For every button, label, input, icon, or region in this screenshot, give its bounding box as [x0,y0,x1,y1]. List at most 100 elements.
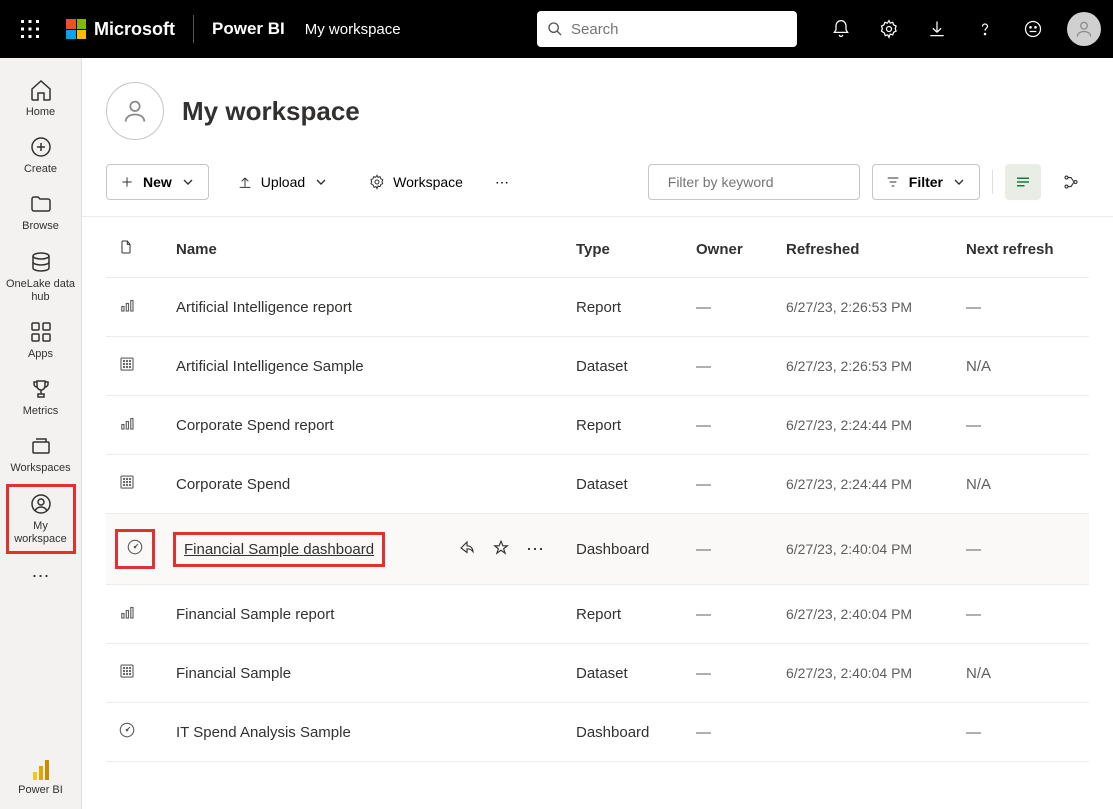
table-row[interactable]: Corporate Spend reportReport—6/27/23, 2:… [106,396,1089,455]
table-row[interactable]: Artificial Intelligence reportReport—6/2… [106,278,1089,337]
row-name[interactable]: Artificial Intelligence Sample [164,337,564,396]
row-name[interactable]: Corporate Spend report [164,396,564,455]
microsoft-label: Microsoft [94,19,175,40]
nav-my-workspace[interactable]: My workspace [6,484,76,554]
col-refreshed[interactable]: Refreshed [774,217,954,278]
product-label[interactable]: Power BI [212,19,285,39]
list-view-button[interactable] [1005,164,1041,200]
row-next-refresh: — [954,396,1089,455]
row-name[interactable]: Financial Sample dashboard⋯ [164,514,564,585]
apps-icon [29,320,53,344]
row-owner: — [684,455,774,514]
row-type: Report [564,396,684,455]
trophy-icon [29,377,53,401]
person-circle-icon [29,492,53,516]
global-search-input[interactable] [571,21,787,38]
row-refreshed: 6/27/23, 2:40:04 PM [774,514,954,585]
share-icon[interactable] [458,539,476,557]
notifications-button[interactable] [821,9,861,49]
row-type: Dashboard [564,514,684,585]
filter-keyword[interactable] [648,164,860,200]
app-launcher-icon[interactable] [12,11,48,47]
nav-browse[interactable]: Browse [6,184,76,241]
nav-home[interactable]: Home [6,70,76,127]
row-owner: — [684,278,774,337]
row-name[interactable]: Financial Sample report [164,585,564,644]
row-name[interactable]: Artificial Intelligence report [164,278,564,337]
main-content: My workspace New Upload Workspace ⋯ [82,58,1113,809]
lineage-icon [1062,173,1080,191]
nav-apps[interactable]: Apps [6,312,76,369]
row-type-icon [106,703,164,762]
file-icon [118,239,134,255]
row-next-refresh: — [954,585,1089,644]
toolbar-more-button[interactable]: ⋯ [491,164,513,200]
table-header-row: Name Type Owner Refreshed Next refresh [106,217,1089,278]
row-owner: — [684,514,774,585]
col-owner[interactable]: Owner [684,217,774,278]
divider [992,170,993,194]
star-icon[interactable] [492,539,510,557]
feedback-button[interactable] [1013,9,1053,49]
table-row[interactable]: IT Spend Analysis SampleDashboard—— [106,703,1089,762]
row-name[interactable]: Financial Sample [164,644,564,703]
table-row[interactable]: Financial SampleDataset—6/27/23, 2:40:04… [106,644,1089,703]
row-type-icon [106,585,164,644]
row-refreshed [774,703,954,762]
row-name[interactable]: Corporate Spend [164,455,564,514]
row-type: Dashboard [564,703,684,762]
row-type-icon [106,644,164,703]
download-button[interactable] [917,9,957,49]
table-row[interactable]: Corporate SpendDataset—6/27/23, 2:24:44 … [106,455,1089,514]
filter-keyword-input[interactable] [668,174,849,190]
upload-icon [237,174,253,190]
row-next-refresh: N/A [954,455,1089,514]
list-icon [1014,173,1032,191]
row-refreshed: 6/27/23, 2:24:44 PM [774,396,954,455]
row-owner: — [684,396,774,455]
workspace-avatar [106,82,164,140]
microsoft-logo[interactable]: Microsoft [66,19,175,40]
table-row[interactable]: Artificial Intelligence SampleDataset—6/… [106,337,1089,396]
row-refreshed: 6/27/23, 2:26:53 PM [774,278,954,337]
col-name[interactable]: Name [164,217,564,278]
nav-onelake[interactable]: OneLake data hub [6,242,76,312]
plus-circle-icon [29,135,53,159]
nav-workspaces[interactable]: Workspaces [6,426,76,483]
microsoft-squares-icon [66,19,86,39]
nav-powerbi-footer[interactable]: Power BI [6,760,76,797]
col-next-refresh[interactable]: Next refresh [954,217,1089,278]
gear-icon [369,174,385,190]
table-row[interactable]: Financial Sample reportReport—6/27/23, 2… [106,585,1089,644]
help-button[interactable] [965,9,1005,49]
row-next-refresh: — [954,703,1089,762]
filter-button[interactable]: Filter [872,164,980,200]
settings-button[interactable] [869,9,909,49]
upload-button[interactable]: Upload [225,164,341,200]
row-type: Dataset [564,644,684,703]
nav-create[interactable]: Create [6,127,76,184]
row-more-icon[interactable]: ⋯ [526,539,544,560]
toolbar: New Upload Workspace ⋯ Filter [82,160,1113,217]
workspace-settings-button[interactable]: Workspace [357,164,475,200]
row-type-icon [106,278,164,337]
home-icon [29,78,53,102]
col-type[interactable]: Type [564,217,684,278]
global-search[interactable] [537,11,797,47]
row-name[interactable]: IT Spend Analysis Sample [164,703,564,762]
folder-icon [29,192,53,216]
row-owner: — [684,644,774,703]
nav-more[interactable]: ⋯ [6,554,76,599]
col-icon[interactable] [106,217,164,278]
nav-metrics[interactable]: Metrics [6,369,76,426]
new-button[interactable]: New [106,164,209,200]
search-icon [547,21,563,37]
row-type-icon [106,455,164,514]
table-row[interactable]: Financial Sample dashboard⋯Dashboard—6/2… [106,514,1089,585]
database-icon [29,250,53,274]
row-type: Report [564,585,684,644]
person-icon [121,97,149,125]
lineage-view-button[interactable] [1053,164,1089,200]
user-avatar[interactable] [1067,12,1101,46]
workspace-title: My workspace [182,96,360,127]
